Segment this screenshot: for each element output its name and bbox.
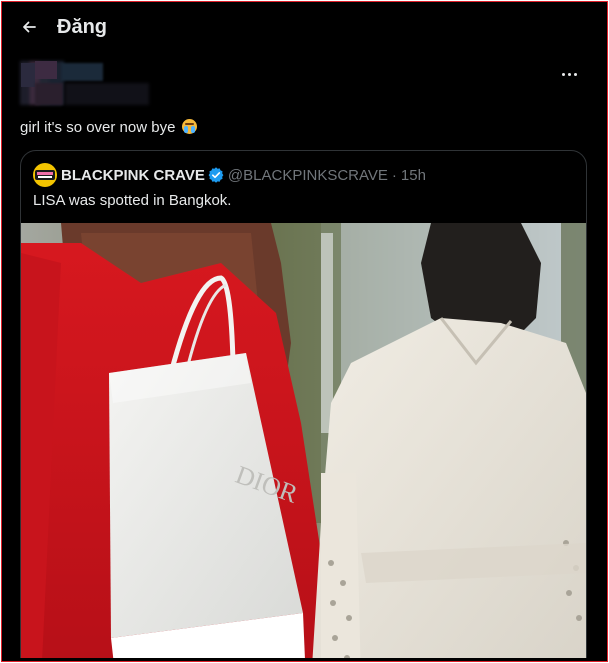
- author-handle-blurred[interactable]: [65, 83, 149, 105]
- quoted-avatar[interactable]: [33, 163, 57, 187]
- loudly-crying-face-emoji: [181, 119, 197, 134]
- quoted-post-text: LISA was spotted in Bangkok.: [33, 192, 232, 209]
- screenshot-frame: Đăng girl it's so over now bye BLACKPINK…: [1, 1, 608, 662]
- quoted-post-time[interactable]: 15h: [401, 167, 426, 184]
- avatar-blur-detail: [21, 63, 35, 87]
- author-name-blurred[interactable]: [61, 63, 103, 81]
- quoted-post-card[interactable]: BLACKPINK CRAVE @BLACKPINKSCRAVE · 15h L…: [20, 150, 587, 658]
- post-text-content: girl it's so over now bye: [20, 119, 176, 136]
- page-header: Đăng: [5, 5, 604, 51]
- media-image: DIOR: [21, 223, 586, 658]
- quoted-post-media[interactable]: DIOR: [21, 223, 586, 658]
- arrow-left-icon: [23, 21, 36, 33]
- post-text: girl it's so over now bye: [20, 118, 197, 138]
- quoted-author-name[interactable]: BLACKPINK CRAVE: [61, 167, 205, 184]
- page-title: Đăng: [57, 16, 107, 38]
- avatar-blur-detail: [35, 61, 57, 79]
- more-horizontal-icon: [561, 72, 565, 76]
- quoted-post-header: BLACKPINK CRAVE @BLACKPINKSCRAVE · 15h: [33, 163, 426, 187]
- post-view: Đăng girl it's so over now bye BLACKPINK…: [5, 5, 604, 658]
- quoted-avatar-logo-white: [38, 176, 52, 178]
- back-button[interactable]: [19, 17, 39, 37]
- author-blur-detail: [35, 83, 63, 105]
- verified-badge-icon: [208, 167, 224, 183]
- quoted-author-handle[interactable]: @BLACKPINKSCRAVE: [228, 167, 388, 184]
- separator-dot: ·: [391, 166, 397, 184]
- more-horizontal-icon-dot: [567, 72, 571, 76]
- quoted-avatar-logo-pink: [37, 172, 53, 175]
- more-options-button[interactable]: [558, 65, 580, 83]
- more-horizontal-icon-dot: [573, 72, 577, 76]
